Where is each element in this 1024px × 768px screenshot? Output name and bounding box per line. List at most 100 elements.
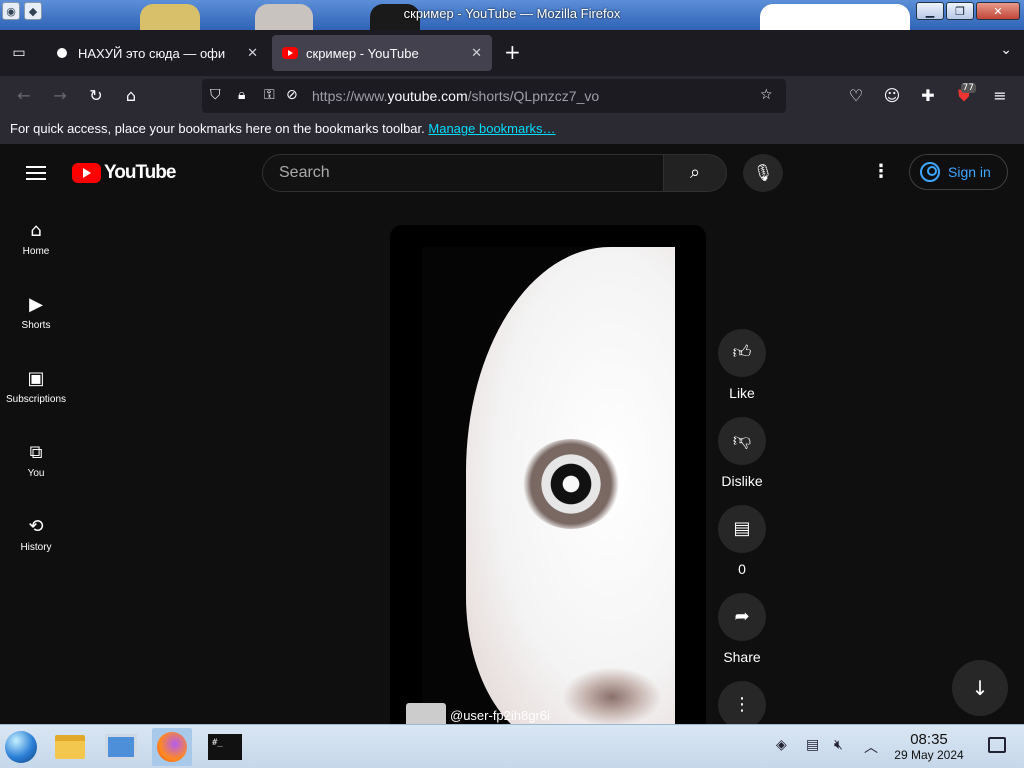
clock-time: 08:35 xyxy=(910,731,948,748)
clock-date: 29 May 2024 xyxy=(894,748,964,762)
comment-icon[interactable]: ▤ xyxy=(718,505,766,553)
manage-bookmarks-link[interactable]: Manage bookmarks… xyxy=(428,121,555,136)
reload-button[interactable]: ↻ xyxy=(86,86,106,106)
close-button[interactable]: ✕ xyxy=(976,2,1020,20)
sign-in-button[interactable]: Sign in xyxy=(909,154,1008,190)
permissions-icon[interactable]: ⚿ xyxy=(264,87,275,103)
sidebar-item-label: Home xyxy=(22,246,50,257)
you-icon: ⧉ xyxy=(29,442,43,463)
voice-search-icon[interactable]: 🎙︎ xyxy=(743,154,783,192)
close-tab-icon[interactable]: ✕ xyxy=(471,45,482,61)
history-icon: ⟲ xyxy=(28,516,44,537)
home-button[interactable]: ⌂ xyxy=(121,86,141,106)
youtube-play-icon xyxy=(72,163,101,183)
tab-favicon-icon xyxy=(54,45,70,61)
sidebar-item-history[interactable]: ⟲ History xyxy=(0,498,72,572)
firefox-view-icon[interactable]: ▭ xyxy=(10,44,28,62)
sidebar-item-you[interactable]: ⧉ You xyxy=(0,424,72,498)
show-desktop-icon[interactable] xyxy=(988,737,1006,753)
youtube-logo[interactable]: YouTube xyxy=(72,162,176,184)
screen: ◉ ◆ скример - YouTube — Mozilla Firefox … xyxy=(0,0,1024,768)
volume-muted-icon[interactable]: 🔇︎ xyxy=(834,737,843,753)
sidebar-item-label: History xyxy=(20,542,52,553)
mini-guide-sidebar: ⌂ Home ▶ Shorts ▣ Subscriptions ⧉ You ⟲ … xyxy=(0,202,72,724)
bookmarks-toolbar: For quick access, place your bookmarks h… xyxy=(0,116,1024,144)
clipboard-tray-icon[interactable]: ▤ xyxy=(806,737,819,753)
extension-badge: 77 xyxy=(960,83,976,93)
url-path: /shorts/QLpnzcz7_vo xyxy=(467,88,600,104)
forward-button[interactable]: → xyxy=(50,86,70,106)
network-tray-icon[interactable]: ◈ xyxy=(776,737,787,753)
firefox-taskbar-icon[interactable] xyxy=(152,728,192,766)
video-eye-image xyxy=(522,439,620,529)
tab-2[interactable]: скример - YouTube ✕ xyxy=(272,35,492,71)
terminal-taskbar-icon[interactable]: #_ xyxy=(205,728,245,766)
settings-kebab-icon[interactable]: ⋮ xyxy=(872,162,890,182)
account-circle-icon xyxy=(920,162,940,182)
tab-bar: ▭ НАХУЙ это сюда — офи ✕ скример - YouTu… xyxy=(0,30,1024,76)
video-frame xyxy=(422,247,675,727)
like-action[interactable]: 👍︎ Like xyxy=(718,329,766,401)
url-text[interactable]: https://www.youtube.com/shorts/QLpnzcz7_… xyxy=(312,88,599,104)
subscriptions-icon: ▣ xyxy=(27,368,45,389)
search-input[interactable]: Search xyxy=(262,154,664,192)
share-icon[interactable]: ➦ xyxy=(718,593,766,641)
share-action[interactable]: ➦ Share xyxy=(718,593,766,665)
more-vert-icon[interactable]: ⋮ xyxy=(718,681,766,729)
youtube-header: YouTube Search ⌕ 🎙︎ ⋮ Sign in xyxy=(0,144,1024,202)
sign-in-label: Sign in xyxy=(948,164,991,180)
autoplay-blocked-icon[interactable]: ⊘ xyxy=(286,87,298,103)
navigation-toolbar: ← → ↻ ⌂ ⛉ 🔒︎ ⚿ ⊘ https://www.youtube.com… xyxy=(0,76,1024,116)
tray-expand-icon[interactable]: ︿ xyxy=(864,737,878,757)
share-label: Share xyxy=(723,649,761,665)
tab-1[interactable]: НАХУЙ это сюда — офи ✕ xyxy=(44,35,268,71)
clock[interactable]: 08:35 29 May 2024 xyxy=(886,731,972,762)
tracking-protection-icon[interactable]: ⛉ xyxy=(210,87,221,103)
comments-action[interactable]: ▤ 0 xyxy=(718,505,766,577)
sidebar-item-label: Shorts xyxy=(21,320,51,331)
system-monitor-taskbar-icon[interactable] xyxy=(101,728,141,766)
shorts-video-player[interactable]: @user-fp2ih8gr6i xyxy=(390,225,706,735)
like-icon[interactable]: 👍︎ xyxy=(718,329,766,377)
tab-label: НАХУЙ это сюда — офи xyxy=(78,45,226,61)
account-icon[interactable]: ☺ xyxy=(882,86,902,106)
list-all-tabs-icon[interactable]: ⌄ xyxy=(1000,42,1012,58)
channel-name[interactable]: @user-fp2ih8gr6i xyxy=(450,708,550,723)
bookmark-star-icon[interactable]: ☆ xyxy=(760,87,773,103)
bookmarks-message: For quick access, place your bookmarks h… xyxy=(10,121,425,136)
tab-label: скример - YouTube xyxy=(306,45,419,61)
video-mouth-image xyxy=(562,667,662,727)
like-label: Like xyxy=(729,385,755,401)
minimize-button[interactable]: ▁ xyxy=(916,2,944,20)
start-button[interactable] xyxy=(5,731,37,763)
sidebar-item-subscriptions[interactable]: ▣ Subscriptions xyxy=(0,350,72,424)
file-manager-taskbar-icon[interactable] xyxy=(50,728,90,766)
window-title-bar: ◉ ◆ скример - YouTube — Mozilla Firefox … xyxy=(0,0,1024,30)
comment-count: 0 xyxy=(738,561,746,577)
back-button[interactable]: ← xyxy=(14,86,34,106)
new-tab-button[interactable]: + xyxy=(504,42,521,62)
sidebar-item-shorts[interactable]: ▶ Shorts xyxy=(0,276,72,350)
url-bar[interactable]: ⛉ 🔒︎ ⚿ ⊘ https://www.youtube.com/shorts/… xyxy=(202,79,786,113)
shorts-icon: ▶ xyxy=(29,294,43,315)
taskbar: #_ ◈ ▤ 🔇︎ ︿ 08:35 29 May 2024 xyxy=(0,724,1024,768)
sidebar-item-label: Subscriptions xyxy=(5,394,67,405)
dislike-action[interactable]: 👎︎ Dislike xyxy=(718,417,766,489)
maximize-button[interactable]: ❐ xyxy=(946,2,974,20)
close-tab-icon[interactable]: ✕ xyxy=(247,45,258,61)
sidebar-item-home[interactable]: ⌂ Home xyxy=(0,202,72,276)
search-button[interactable]: ⌕ xyxy=(663,154,727,192)
dislike-icon[interactable]: 👎︎ xyxy=(718,417,766,465)
app-menu-icon[interactable]: ≡ xyxy=(990,86,1010,106)
dislike-label: Dislike xyxy=(721,473,763,489)
home-icon: ⌂ xyxy=(30,220,42,241)
youtube-favicon-icon xyxy=(282,47,298,59)
guide-menu-icon[interactable] xyxy=(26,166,46,180)
extensions-icon[interactable]: ✚ xyxy=(918,86,938,106)
more-actions[interactable]: ⋮ xyxy=(718,681,766,729)
pocket-icon[interactable]: ♡ xyxy=(846,86,866,106)
window-title: скример - YouTube — Mozilla Firefox xyxy=(403,6,621,21)
next-short-button[interactable]: ↓ xyxy=(952,660,1008,716)
lock-icon[interactable]: 🔒︎ xyxy=(238,87,245,103)
sidebar-item-label: You xyxy=(27,468,45,479)
